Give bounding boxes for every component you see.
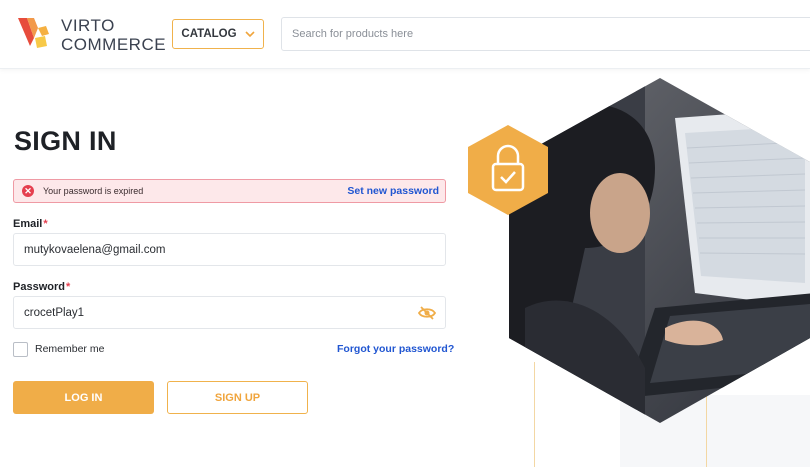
forgot-password-link[interactable]: Forgot your password? — [337, 343, 454, 355]
chevron-down-icon — [245, 30, 255, 37]
catalog-button[interactable]: CATALOG — [172, 19, 264, 49]
password-label: Password* — [13, 281, 71, 293]
signup-label: SIGN UP — [214, 391, 261, 404]
search-placeholder: Search for products here — [292, 28, 414, 40]
remember-me-checkbox[interactable] — [13, 342, 28, 357]
login-label: LOG IN — [64, 391, 103, 404]
error-icon: ✕ — [22, 185, 34, 197]
remember-me-label: Remember me — [35, 343, 105, 355]
hero-laptop-image — [509, 78, 810, 423]
catalog-label: CATALOG — [181, 28, 237, 40]
page-title: SIGN IN — [14, 126, 117, 156]
search-input[interactable]: Search for products here — [281, 17, 810, 51]
signup-button[interactable]: SIGN UP — [167, 381, 308, 414]
password-expired-alert: ✕ Your password is expired Set new passw… — [13, 179, 446, 203]
login-button[interactable]: LOG IN — [13, 381, 154, 414]
logo-text-line1: VIRTO — [61, 16, 115, 35]
virto-commerce-logo[interactable]: VIRTO COMMERCE — [18, 16, 167, 56]
alert-message: Your password is expired — [43, 186, 144, 196]
password-field[interactable]: crocetPlay1 — [13, 296, 446, 329]
password-value: crocetPlay1 — [24, 306, 85, 319]
logo-text-line2: COMMERCE — [61, 35, 167, 54]
email-value: mutykovaelena@gmail.com — [24, 243, 166, 256]
lock-check-icon — [468, 125, 548, 215]
email-label: Email* — [13, 218, 48, 230]
site-header: VIRTO COMMERCE CATALOG Search for produc… — [0, 0, 810, 69]
set-new-password-link[interactable]: Set new password — [347, 185, 439, 197]
email-field[interactable]: mutykovaelena@gmail.com — [13, 233, 446, 266]
eye-slash-icon[interactable] — [418, 306, 436, 320]
logo-mark-icon — [18, 18, 49, 48]
